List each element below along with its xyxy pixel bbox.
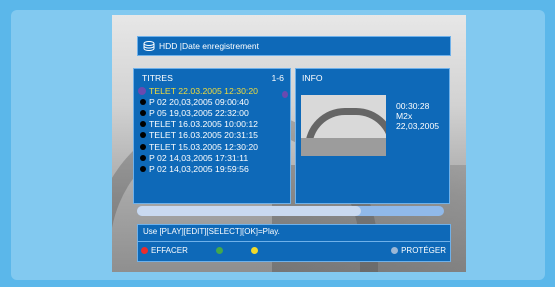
header-title: HDD |Date enregistrement (159, 41, 259, 51)
list-item[interactable]: TELET 15.03.2005 12:30:20 (134, 141, 290, 152)
info-panel: INFO 00:30:28 M2x 22,03,2005 (295, 68, 450, 204)
list-item-label: P 05 19,03,2005 22:32:00 (149, 107, 249, 118)
bullet-icon (140, 143, 146, 150)
header-bar: HDD |Date enregistrement (137, 36, 451, 56)
list-item[interactable]: TELET 16.03.2005 10:00:12 (134, 119, 290, 130)
storage-progress-bar (137, 206, 444, 216)
red-action[interactable]: EFFACER (141, 246, 188, 255)
list-item-label: TELET 16.03.2005 20:31:15 (149, 130, 259, 141)
bullet-icon (140, 98, 146, 105)
list-rows: TELET 22.03.2005 12:30:20 P 02 20,03,200… (134, 85, 290, 175)
list-item[interactable]: P 05 19,03,2005 22:32:00 (134, 107, 290, 118)
bullet-icon (140, 121, 146, 128)
help-and-actions-bar: Use [PLAY][EDIT][SELECT][OK]=Play. EFFAC… (137, 224, 451, 262)
red-action-label: EFFACER (151, 246, 188, 255)
bullet-icon (140, 109, 146, 116)
list-item[interactable]: P 02 14,03,2005 17:31:11 (134, 152, 290, 163)
list-item[interactable]: TELET 22.03.2005 12:30:20 (134, 85, 290, 96)
info-meta: 00:30:28 M2x 22,03,2005 (396, 101, 439, 131)
list-title: TITRES (142, 73, 173, 83)
info-date: 22,03,2005 (396, 121, 440, 131)
help-text: Use [PLAY][EDIT][SELECT][OK]=Play. (138, 225, 450, 242)
thumbnail-water (301, 138, 386, 156)
list-item[interactable]: P 02 14,03,2005 19:59:56 (134, 163, 290, 174)
list-item-label: TELET 16.03.2005 10:00:12 (149, 119, 259, 130)
info-duration: 00:30:28 (396, 101, 430, 111)
selection-marker-icon (282, 91, 288, 98)
blue-action[interactable]: PROTÉGER (391, 246, 446, 255)
bullet-icon (140, 154, 146, 161)
info-title: INFO (302, 73, 323, 83)
bullet-icon (140, 132, 146, 139)
yellow-action[interactable] (250, 247, 258, 254)
recordings-list[interactable]: TITRES 1-6 TELET 22.03.2005 12:30:20 P 0… (133, 68, 291, 204)
list-item-label: TELET 15.03.2005 12:30:20 (149, 141, 259, 152)
recording-thumbnail (301, 95, 386, 156)
hdd-icon (143, 41, 155, 51)
progress-fill (137, 206, 362, 216)
list-item-label: P 02 14,03,2005 17:31:11 (149, 152, 249, 163)
green-action[interactable] (215, 247, 223, 254)
bullet-icon (140, 165, 146, 172)
green-button-icon (215, 247, 223, 254)
list-count: 1-6 (271, 73, 284, 83)
list-title-bar: TITRES 1-6 (134, 69, 290, 85)
info-channel: M2x (396, 111, 413, 121)
list-item-label: P 02 20,03,2005 09:00:40 (149, 96, 249, 107)
list-item-label: P 02 14,03,2005 19:59:56 (149, 163, 249, 174)
list-item[interactable]: TELET 16.03.2005 20:31:15 (134, 130, 290, 141)
screen-background: HDD |Date enregistrement TITRES 1-6 TELE… (0, 0, 555, 287)
list-item-label: TELET 22.03.2005 12:30:20 (149, 85, 259, 96)
bullet-icon (138, 86, 146, 95)
list-item[interactable]: P 02 20,03,2005 09:00:40 (134, 96, 290, 107)
color-button-legend: EFFACER PROTÉGER (138, 242, 450, 255)
blue-button-icon (391, 247, 399, 254)
red-button-icon (141, 247, 148, 254)
yellow-button-icon (250, 247, 258, 254)
blue-action-label: PROTÉGER (401, 246, 446, 255)
